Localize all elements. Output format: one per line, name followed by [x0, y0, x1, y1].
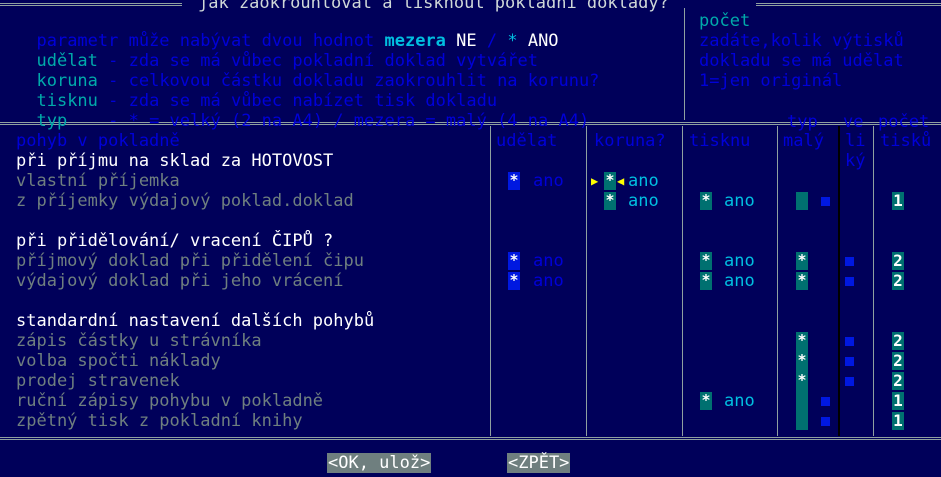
col-sep-1 — [490, 126, 491, 436]
udelat-value-vlastni: ano — [533, 171, 564, 191]
legend-pocet-title: počet — [699, 11, 751, 31]
tisknu-toggle-rucni[interactable]: * — [700, 392, 712, 410]
header-pohyb: pohyb v pokladně — [16, 131, 180, 151]
tisknu-value-rucni: ano — [724, 391, 755, 411]
row-label-prijmovy-cip: příjmový doklad při přidělení čipu — [16, 251, 364, 271]
koruna-toggle-vlastni[interactable]: * — [604, 172, 616, 190]
udelat-toggle-prijmovy-cip[interactable]: * — [508, 252, 520, 270]
pocet-field-prijmovy-cip[interactable]: 2 — [892, 252, 904, 270]
header-tisku: tisků — [880, 131, 932, 151]
typ-toggle-prodej[interactable]: * — [796, 372, 808, 390]
row-label-prodej: prodej stravenek — [16, 371, 180, 391]
velky-toggle-vydajovy[interactable] — [821, 197, 830, 206]
col-sep-5 — [838, 126, 840, 436]
header-li: li — [845, 131, 866, 151]
pocet-field-vydajovy-cip[interactable]: 2 — [892, 272, 904, 290]
pocet-field-volba[interactable]: 2 — [892, 352, 904, 370]
row-label-zpetny: zpětný tisk z pokladní knihy — [16, 411, 303, 431]
section-standard: standardní nastavení dalších pohybů — [16, 311, 375, 331]
velky-toggle-prijmovy-cip[interactable] — [845, 257, 854, 266]
top-frame-left — [0, 3, 182, 6]
typ-toggle-zapis[interactable]: * — [796, 332, 808, 350]
header-maly: malý — [783, 131, 824, 151]
velky-toggle-zpetny[interactable] — [821, 417, 830, 426]
koruna-value-vydajovy: ano — [628, 191, 659, 211]
velky-toggle-rucni[interactable] — [821, 397, 830, 406]
udelat-toggle-vydajovy-cip[interactable]: * — [508, 272, 520, 290]
legend-line-typ: typ - * = velký (2 na A4) / mezera = mal… — [16, 91, 589, 131]
cursor-arrow-right-icon: ▶ — [591, 174, 599, 188]
udelat-value-vydajovy-cip: ano — [533, 271, 564, 291]
header-ve: ve — [843, 112, 864, 132]
tisknu-toggle-vydajovy[interactable]: * — [700, 192, 712, 210]
legend-pocet-line-3: 1=jen originál — [699, 71, 843, 91]
row-label-vydajovy-cip: výdajový doklad při jeho vrácení — [16, 271, 344, 291]
section-hotovost: při příjmu na sklad za HOTOVOST — [16, 151, 334, 171]
row-label-volba: volba spočti náklady — [16, 351, 221, 371]
row-label-zapis: zápis částky u strávníka — [16, 331, 262, 351]
velky-toggle-volba[interactable] — [845, 357, 854, 366]
velky-toggle-vydajovy-cip[interactable] — [845, 277, 854, 286]
velky-toggle-zapis[interactable] — [845, 337, 854, 346]
header-typ: typ — [787, 112, 818, 132]
typ-toggle-vydajovy-cip[interactable]: * — [796, 272, 808, 290]
row-label-vydajovy: z příjemky výdajový poklad.doklad — [16, 191, 354, 211]
tisknu-toggle-prijmovy-cip[interactable]: * — [700, 252, 712, 270]
row-label-rucni: ruční zápisy pohybu v pokladně — [16, 391, 324, 411]
legend-typ-desc: - * = velký (2 na A4) / mezera = malý (4… — [67, 111, 590, 131]
pocet-field-vydajovy[interactable]: 1 — [892, 192, 904, 210]
udelat-toggle-vlastni[interactable]: * — [508, 172, 520, 190]
col-sep-4 — [777, 126, 778, 436]
koruna-value-vlastni: ano — [628, 171, 659, 191]
ok-save-button[interactable]: <OK, ulož> — [327, 453, 432, 473]
row-label-vlastni: vlastní příjemka — [16, 171, 180, 191]
udelat-value-prijmovy-cip: ano — [533, 251, 564, 271]
tisknu-toggle-vydajovy-cip[interactable]: * — [700, 272, 712, 290]
header-pocet: počet — [878, 112, 930, 132]
typ-toggle-volba[interactable]: * — [796, 352, 808, 370]
tisknu-value-prijmovy-cip: ano — [724, 251, 755, 271]
pocet-field-zapis[interactable]: 2 — [892, 332, 904, 350]
legend-pocet-line-2: dokladu se má udělat — [699, 51, 904, 71]
pocet-field-rucni[interactable]: 1 — [892, 392, 904, 410]
header-udelat: udělat — [496, 131, 558, 151]
col-sep-3 — [682, 126, 683, 436]
pocet-field-zpetny[interactable]: 1 — [892, 412, 904, 430]
cursor-arrow-left-icon: ◀ — [617, 174, 625, 188]
legend-line-koruna: koruna - celkovou částku dokladu zaokrou… — [16, 51, 599, 91]
legend-typ-key: typ — [36, 111, 68, 131]
section-cipy: při přidělování/ vracení ČIPŮ ? — [16, 231, 334, 251]
top-frame-right — [756, 3, 941, 6]
tisknu-value-vydajovy-cip: ano — [724, 271, 755, 291]
pocet-field-prodej[interactable]: 2 — [892, 372, 904, 390]
header-ky: ký — [845, 151, 866, 171]
typ-toggle-prijmovy-cip[interactable]: * — [796, 252, 808, 270]
header-koruna: koruna? — [594, 131, 666, 151]
col-sep-2 — [586, 126, 587, 436]
legend-line-udelat: udělat - zda se má vůbec pokladní doklad… — [16, 31, 538, 71]
legend-separator — [684, 8, 685, 120]
legend-line-1: parametr může nabývat dvou hodnot mezera… — [16, 11, 558, 51]
back-button[interactable]: <ZPĚT> — [507, 453, 571, 473]
divider-bottom — [0, 437, 941, 440]
legend-line-tisknu: tisknu - zda se má vůbec nabízet tisk do… — [16, 71, 497, 111]
header-tisknu: tisknu — [689, 131, 751, 151]
legend-pocet-line-1: zadáte,kolik výtisků — [699, 31, 904, 51]
col-sep-6 — [873, 126, 874, 436]
velky-toggle-prodej[interactable] — [845, 377, 854, 386]
typ-toggle-vydajovy[interactable] — [796, 192, 808, 210]
koruna-toggle-vydajovy[interactable]: * — [604, 192, 616, 210]
tisknu-value-vydajovy: ano — [724, 191, 755, 211]
